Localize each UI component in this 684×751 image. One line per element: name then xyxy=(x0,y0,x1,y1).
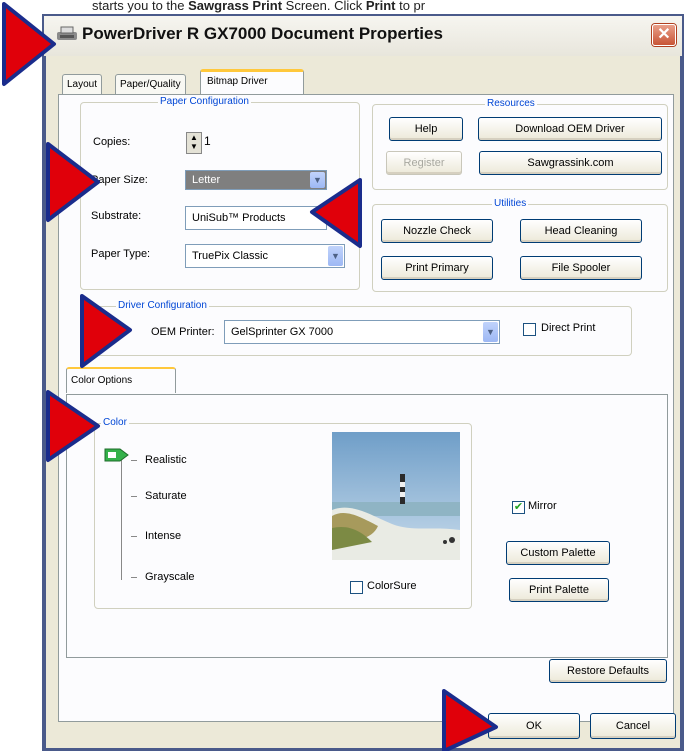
spin-arrows-icon[interactable]: ▲ ▼ xyxy=(186,132,202,154)
tab-layout[interactable]: Layout xyxy=(62,74,103,95)
mirror-checkbox[interactable]: ✔ xyxy=(512,501,525,514)
direct-print-label: Direct Print xyxy=(541,322,596,334)
annotation-arrow-icon xyxy=(310,178,362,248)
nozzle-check-button[interactable]: Nozzle Check xyxy=(381,219,493,243)
paper-type-label: Paper Type: xyxy=(91,248,151,260)
annotation-arrow-icon xyxy=(46,390,100,462)
color-group-label: Color xyxy=(101,417,129,429)
copies-stepper[interactable]: ▲ ▼ 1 xyxy=(186,132,232,154)
paper-size-value: Letter xyxy=(192,174,221,186)
register-button[interactable]: Register xyxy=(386,151,462,175)
caption-bold-2: Print xyxy=(365,0,396,13)
paper-size-select[interactable]: Letter ▼ xyxy=(185,170,327,190)
download-oem-driver-button[interactable]: Download OEM Driver xyxy=(478,117,662,141)
utilities-label: Utilities xyxy=(492,198,529,210)
substrate-select[interactable]: UniSub™ Products xyxy=(185,206,327,230)
custom-palette-button[interactable]: Custom Palette xyxy=(506,541,610,565)
oem-printer-value: GelSprinter GX 7000 xyxy=(231,326,334,338)
color-preview-image xyxy=(332,432,460,560)
sawgrassink-button[interactable]: Sawgrassink.com xyxy=(479,151,662,175)
color-option-saturate[interactable]: Saturate xyxy=(145,490,187,502)
help-button[interactable]: Help xyxy=(389,117,463,141)
caption-text: starts you to the xyxy=(92,0,189,13)
annotation-arrow-icon xyxy=(442,689,498,751)
top-caption: starts you to the Sawgrass Print Screen.… xyxy=(0,0,684,14)
slider-tick xyxy=(131,460,137,461)
direct-print-checkbox[interactable] xyxy=(523,323,536,336)
color-option-realistic[interactable]: Realistic xyxy=(145,454,187,466)
caption-text-end: to pr xyxy=(395,0,426,13)
close-button[interactable]: ✕ xyxy=(652,24,676,46)
chevron-down-icon[interactable]: ▼ xyxy=(483,322,498,342)
oem-printer-select[interactable]: GelSprinter GX 7000 ▼ xyxy=(224,320,500,344)
color-option-intense[interactable]: Intense xyxy=(145,530,181,542)
oem-printer-label: OEM Printer: xyxy=(151,326,215,338)
copies-value: 1 xyxy=(204,134,211,148)
slider-tick xyxy=(131,496,137,497)
substrate-value: UniSub™ Products xyxy=(192,212,286,224)
ok-button[interactable]: OK xyxy=(488,713,580,739)
caption-text-mid: Screen. Click xyxy=(282,0,366,13)
window-title: PowerDriver R GX7000 Document Properties xyxy=(82,24,443,43)
color-option-grayscale[interactable]: Grayscale xyxy=(145,571,195,583)
print-palette-button[interactable]: Print Palette xyxy=(509,578,609,602)
slider-tick xyxy=(131,536,137,537)
colorsure-checkbox[interactable] xyxy=(350,581,363,594)
annotation-arrow-icon xyxy=(46,142,100,222)
print-primary-button[interactable]: Print Primary xyxy=(381,256,493,280)
annotation-arrow-icon xyxy=(80,294,132,368)
paper-type-value: TruePix Classic xyxy=(192,250,268,262)
cancel-button[interactable]: Cancel xyxy=(590,713,676,739)
slider-track[interactable] xyxy=(121,454,122,580)
caption-bold-1: Sawgrass Print xyxy=(188,0,283,13)
head-cleaning-button[interactable]: Head Cleaning xyxy=(520,219,642,243)
mirror-label: Mirror xyxy=(528,500,557,512)
file-spooler-button[interactable]: File Spooler xyxy=(520,256,642,280)
slider-thumb-icon[interactable] xyxy=(104,447,130,463)
restore-defaults-button[interactable]: Restore Defaults xyxy=(549,659,667,683)
resources-label: Resources xyxy=(485,98,537,110)
slider-tick xyxy=(131,577,137,578)
paper-config-label: Paper Configuration xyxy=(158,96,251,108)
tab-paper-quality[interactable]: Paper/Quality xyxy=(115,74,186,95)
colorsure-label: ColorSure xyxy=(367,580,417,592)
annotation-arrow-icon xyxy=(2,2,56,86)
